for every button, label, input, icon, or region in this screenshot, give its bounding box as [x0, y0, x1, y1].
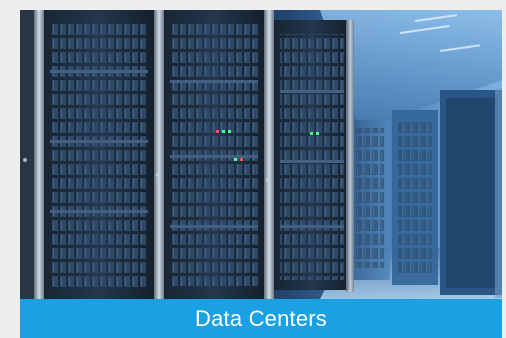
- tile-caption[interactable]: Data Centers: [195, 307, 327, 330]
- data-center-photo[interactable]: [20, 10, 502, 299]
- caption-bar[interactable]: Data Centers: [20, 299, 502, 338]
- data-centers-tile[interactable]: Data Centers: [20, 10, 502, 338]
